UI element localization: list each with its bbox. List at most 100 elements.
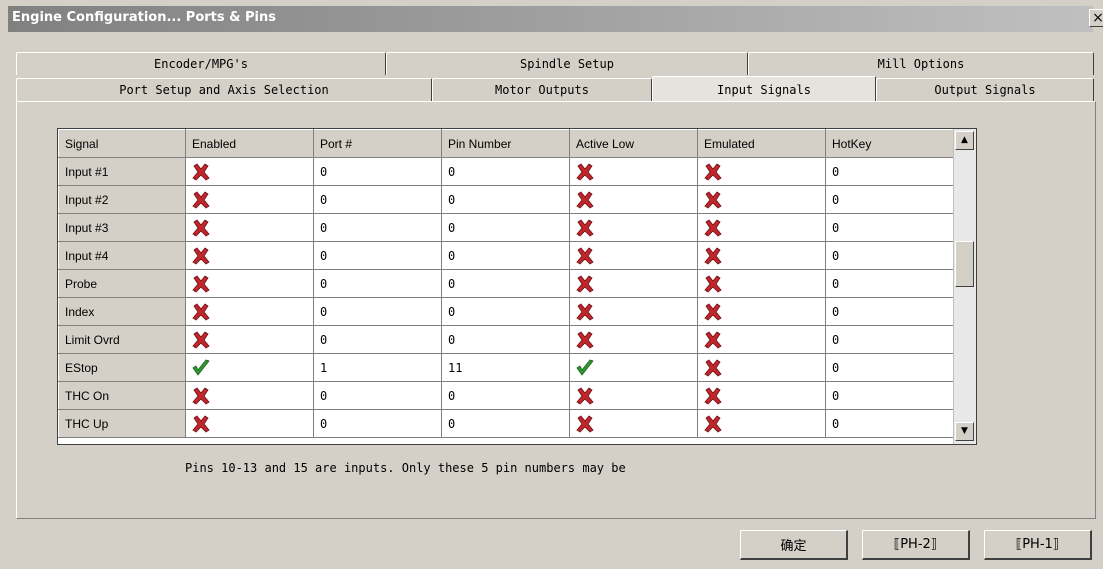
port-cell[interactable]: 0 xyxy=(313,269,442,298)
tab-output-signals[interactable]: Output Signals xyxy=(876,78,1094,101)
port-cell[interactable]: 0 xyxy=(313,381,442,410)
active-low-cell[interactable] xyxy=(569,241,698,270)
signal-name-cell[interactable]: Input #4 xyxy=(58,241,186,270)
emulated-cell[interactable] xyxy=(697,409,826,438)
enabled-cell[interactable] xyxy=(185,325,314,354)
scroll-up-arrow-icon[interactable]: ▲ xyxy=(955,131,974,150)
pin-number-cell[interactable]: 0 xyxy=(441,409,570,438)
table-row[interactable]: Input #3 0 0 0 xyxy=(58,213,955,242)
active-low-cell[interactable] xyxy=(569,269,698,298)
red-x-icon xyxy=(704,302,722,321)
hotkey-cell[interactable]: 0 xyxy=(825,381,955,410)
pin-number-cell[interactable]: 11 xyxy=(441,353,570,382)
table-row[interactable]: THC Up 0 0 0 xyxy=(58,409,955,438)
pin-number-cell[interactable]: 0 xyxy=(441,381,570,410)
enabled-cell[interactable] xyxy=(185,353,314,382)
grid-header-row: Signal Enabled Port # Pin Number Active Low E… xyxy=(58,129,955,158)
emulated-cell[interactable] xyxy=(697,241,826,270)
vertical-scrollbar[interactable]: ▲ ▼ xyxy=(953,129,976,444)
enabled-cell[interactable] xyxy=(185,297,314,326)
tab-motor-outputs[interactable]: Motor Outputs xyxy=(432,78,652,101)
scroll-down-arrow-icon[interactable]: ▼ xyxy=(955,422,974,441)
port-cell[interactable]: 0 xyxy=(313,185,442,214)
active-low-cell[interactable] xyxy=(569,297,698,326)
port-cell[interactable]: 0 xyxy=(313,325,442,354)
table-row[interactable]: Input #4 0 0 0 xyxy=(58,241,955,270)
signal-name-cell[interactable]: Input #2 xyxy=(58,185,186,214)
port-cell[interactable]: 0 xyxy=(313,241,442,270)
table-row[interactable]: THC On 0 0 0 xyxy=(58,381,955,410)
title-bar[interactable]: Engine Configuration... Ports & Pins × xyxy=(8,6,1103,32)
close-button[interactable]: × xyxy=(1089,9,1103,27)
tab-input-signals[interactable]: Input Signals xyxy=(652,76,876,102)
cancel-button[interactable]: ⟦PH-2⟧ xyxy=(862,530,970,560)
enabled-cell[interactable] xyxy=(185,157,314,186)
hotkey-cell[interactable]: 0 xyxy=(825,269,955,298)
active-low-cell[interactable] xyxy=(569,157,698,186)
table-row[interactable]: Index 0 0 0 xyxy=(58,297,955,326)
enabled-cell[interactable] xyxy=(185,409,314,438)
tab-mill-options[interactable]: Mill Options xyxy=(748,52,1094,75)
emulated-cell[interactable] xyxy=(697,269,826,298)
hotkey-cell[interactable]: 0 xyxy=(825,213,955,242)
signal-name-cell[interactable]: THC Up xyxy=(58,409,186,438)
signal-name-cell[interactable]: Input #1 xyxy=(58,157,186,186)
emulated-cell[interactable] xyxy=(697,353,826,382)
emulated-cell[interactable] xyxy=(697,297,826,326)
active-low-cell[interactable] xyxy=(569,213,698,242)
signals-grid: Signal Enabled Port # Pin Number Active Low E… xyxy=(57,128,977,445)
active-low-cell[interactable] xyxy=(569,325,698,354)
active-low-cell[interactable] xyxy=(569,353,698,382)
table-row[interactable]: Probe 0 0 0 xyxy=(58,269,955,298)
hotkey-cell[interactable]: 0 xyxy=(825,353,955,382)
table-row[interactable]: Input #1 0 0 0 xyxy=(58,157,955,186)
hotkey-cell[interactable]: 0 xyxy=(825,157,955,186)
pin-number-cell[interactable]: 0 xyxy=(441,297,570,326)
tab-encoder-mpgs[interactable]: Encoder/MPG's xyxy=(16,52,386,75)
ok-button[interactable]: 确定 xyxy=(740,530,848,560)
signal-name-cell[interactable]: Input #3 xyxy=(58,213,186,242)
enabled-cell[interactable] xyxy=(185,269,314,298)
pin-number-cell[interactable]: 0 xyxy=(441,185,570,214)
emulated-cell[interactable] xyxy=(697,325,826,354)
hotkey-cell[interactable]: 0 xyxy=(825,241,955,270)
port-cell[interactable]: 0 xyxy=(313,213,442,242)
port-cell[interactable]: 0 xyxy=(313,409,442,438)
hotkey-cell[interactable]: 0 xyxy=(825,185,955,214)
pin-number-cell[interactable]: 0 xyxy=(441,241,570,270)
signal-name-cell[interactable]: Limit Ovrd xyxy=(58,325,186,354)
signal-name-cell[interactable]: Index xyxy=(58,297,186,326)
signal-name-cell[interactable]: THC On xyxy=(58,381,186,410)
hotkey-cell[interactable]: 0 xyxy=(825,325,955,354)
pin-number-cell[interactable]: 0 xyxy=(441,269,570,298)
pin-number-cell[interactable]: 0 xyxy=(441,325,570,354)
hotkey-cell[interactable]: 0 xyxy=(825,297,955,326)
table-row[interactable]: Limit Ovrd 0 0 0 xyxy=(58,325,955,354)
port-cell[interactable]: 0 xyxy=(313,297,442,326)
table-row[interactable]: EStop 1 11 0 xyxy=(58,353,955,382)
active-low-cell[interactable] xyxy=(569,381,698,410)
active-low-cell[interactable] xyxy=(569,409,698,438)
table-row[interactable]: Input #2 0 0 0 xyxy=(58,185,955,214)
active-low-cell[interactable] xyxy=(569,185,698,214)
emulated-cell[interactable] xyxy=(697,381,826,410)
enabled-cell[interactable] xyxy=(185,185,314,214)
emulated-cell[interactable] xyxy=(697,185,826,214)
red-x-icon xyxy=(576,190,594,209)
pin-number-cell[interactable]: 0 xyxy=(441,157,570,186)
tab-spindle-setup[interactable]: Spindle Setup xyxy=(386,52,748,75)
scroll-thumb[interactable] xyxy=(955,241,974,287)
enabled-cell[interactable] xyxy=(185,381,314,410)
emulated-cell[interactable] xyxy=(697,213,826,242)
port-cell[interactable]: 0 xyxy=(313,157,442,186)
apply-button[interactable]: ⟦PH-1⟧ xyxy=(984,530,1092,560)
enabled-cell[interactable] xyxy=(185,241,314,270)
emulated-cell[interactable] xyxy=(697,157,826,186)
signal-name-cell[interactable]: EStop xyxy=(58,353,186,382)
pin-number-cell[interactable]: 0 xyxy=(441,213,570,242)
port-cell[interactable]: 1 xyxy=(313,353,442,382)
signal-name-cell[interactable]: Probe xyxy=(58,269,186,298)
hotkey-cell[interactable]: 0 xyxy=(825,409,955,438)
tab-port-setup[interactable]: Port Setup and Axis Selection xyxy=(16,78,432,101)
enabled-cell[interactable] xyxy=(185,213,314,242)
